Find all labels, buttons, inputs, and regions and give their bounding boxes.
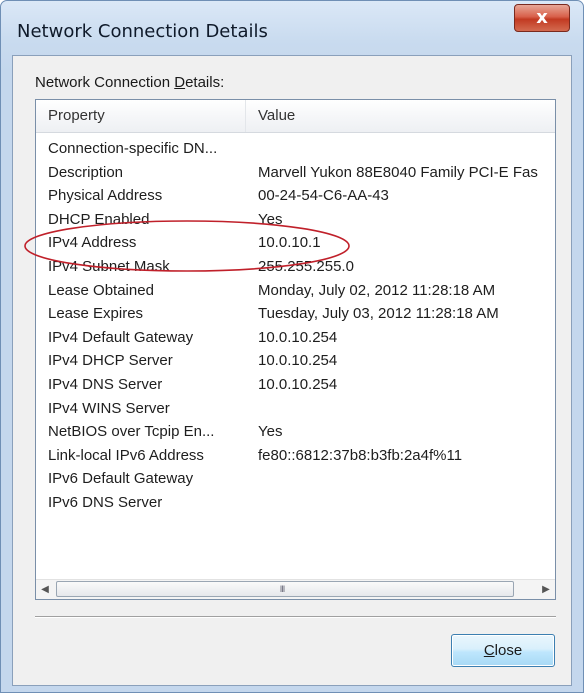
property-cell: Physical Address: [48, 187, 163, 205]
window-title: Network Connection Details: [17, 21, 268, 42]
close-button[interactable]: Close: [451, 634, 555, 667]
list-row[interactable]: Connection-specific DN...: [36, 137, 555, 161]
property-cell: Description: [48, 163, 124, 181]
property-cell: DHCP Enabled: [48, 210, 150, 228]
title-close-button[interactable]: x: [514, 4, 570, 32]
list-row[interactable]: Lease Expires Tuesday, July 03, 2012 11:2…: [36, 302, 555, 326]
property-cell: IPv6 Default Gateway: [48, 470, 194, 488]
value-cell: 255.255.255.0: [258, 257, 354, 275]
list-row[interactable]: IPv4 DHCP Server 10.0.10.254: [36, 349, 555, 373]
label-accelerator: D: [174, 74, 186, 91]
list-row[interactable]: Lease Obtained Monday, July 02, 2012 11:2…: [36, 279, 555, 303]
value-cell: Monday, July 02, 2012 11:28:18 AM: [258, 281, 496, 299]
dialog-client-area: Network Connection Details: Property Val…: [12, 55, 572, 686]
close-icon: x: [536, 7, 548, 28]
scroll-left-icon[interactable]: ◀: [36, 580, 54, 599]
column-header-value[interactable]: Value: [246, 100, 555, 132]
property-cell: IPv4 Subnet Mask: [48, 257, 170, 275]
list-header: Property Value: [36, 100, 555, 133]
property-cell: IPv4 WINS Server: [48, 399, 170, 417]
property-cell: IPv4 Default Gateway: [48, 328, 194, 346]
scroll-right-icon[interactable]: ▶: [537, 580, 555, 599]
list-rows: Connection-specific DN... Description Marv…: [36, 137, 555, 515]
list-row[interactable]: IPv6 Default Gateway: [36, 467, 555, 491]
property-cell: IPv4 DHCP Server: [48, 352, 173, 370]
value-cell: Marvell Yukon 88E8040 Family PCI-E Fas: [258, 163, 538, 181]
column-header-property[interactable]: Property: [36, 100, 246, 132]
value-cell: 10.0.10.254: [258, 328, 338, 346]
dialog-window: Network Connection Details x Network Con…: [0, 0, 584, 693]
list-row[interactable]: IPv4 DNS Server 10.0.10.254: [36, 373, 555, 397]
value-cell: Yes: [258, 210, 283, 228]
value-cell: 00-24-54-C6-AA-43: [258, 187, 389, 205]
list-row[interactable]: IPv4 Default Gateway 10.0.10.254: [36, 326, 555, 350]
value-cell: 10.0.10.1: [258, 234, 321, 252]
list-row[interactable]: IPv4 Address 10.0.10.1: [36, 231, 555, 255]
divider: [35, 616, 556, 618]
details-group-label: Network Connection Details:: [35, 74, 225, 91]
property-cell: Link-local IPv6 Address: [48, 446, 204, 464]
list-row[interactable]: NetBIOS over Tcpip En... Yes: [36, 420, 555, 444]
list-row[interactable]: Physical Address 00-24-54-C6-AA-43: [36, 184, 555, 208]
property-cell: Lease Expires: [48, 305, 144, 323]
property-cell: IPv4 Address: [48, 234, 137, 252]
close-accelerator: C: [483, 642, 495, 659]
horizontal-scrollbar[interactable]: ◀ III ▶: [36, 579, 555, 599]
value-cell: 10.0.10.254: [258, 352, 338, 370]
value-cell: Tuesday, July 03, 2012 11:28:18 AM: [258, 305, 499, 323]
property-cell: Connection-specific DN...: [48, 140, 218, 157]
property-cell: IPv4 DNS Server: [48, 375, 163, 393]
value-cell: fe80::6812:37b8:b3fb:2a4f%11: [258, 446, 463, 464]
list-row[interactable]: DHCP Enabled Yes: [36, 208, 555, 232]
list-row[interactable]: Link-local IPv6 Address fe80::6812:37b8:b…: [36, 444, 555, 468]
list-row[interactable]: Description Marvell Yukon 88E8040 Family …: [36, 161, 555, 185]
property-cell: NetBIOS over Tcpip En...: [48, 423, 215, 441]
scrollbar-grip: III: [279, 584, 286, 594]
details-list-view[interactable]: Property Value Connection-specific DN...…: [35, 99, 556, 600]
property-cell: IPv6 DNS Server: [48, 493, 163, 511]
scrollbar-thumb[interactable]: III: [56, 581, 514, 597]
property-cell: Lease Obtained: [48, 281, 154, 299]
list-row[interactable]: IPv4 Subnet Mask 255.255.255.0: [36, 255, 555, 279]
value-cell: Yes: [258, 423, 283, 441]
list-row[interactable]: IPv4 WINS Server: [36, 397, 555, 421]
value-cell: 10.0.10.254: [258, 375, 338, 393]
list-row[interactable]: IPv6 DNS Server: [36, 491, 555, 515]
